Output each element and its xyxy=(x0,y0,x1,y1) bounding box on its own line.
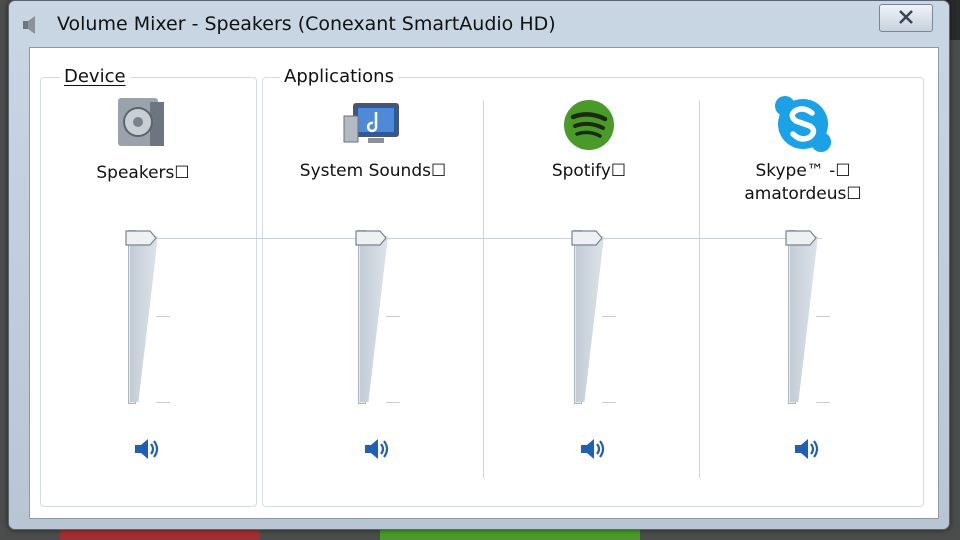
slider-tick xyxy=(816,316,830,317)
volume-fill xyxy=(360,236,388,402)
channel-divider xyxy=(483,100,484,478)
volume-slider-thumb[interactable] xyxy=(355,230,387,246)
skype-icon xyxy=(772,96,834,156)
channel-name: Speakers☐ xyxy=(96,163,190,183)
close-button[interactable] xyxy=(879,4,933,32)
speaker-volume-icon xyxy=(363,439,395,466)
channel-divider xyxy=(699,100,700,478)
volume-slider-thumb[interactable] xyxy=(785,230,817,246)
slider-tick xyxy=(602,316,616,317)
channel-name: Spotify☐ xyxy=(551,161,627,181)
channel-name: Skype™ -☐ xyxy=(755,161,851,181)
mute-button[interactable] xyxy=(793,436,825,462)
mute-button[interactable] xyxy=(133,436,165,462)
mixer-client-area: Device Applications Speakers☐ System Sou… xyxy=(29,47,939,519)
channel-speakers: Speakers☐ xyxy=(43,48,243,508)
slider-tick xyxy=(156,316,170,317)
spotify-icon xyxy=(562,98,616,156)
volume-slider-thumb[interactable] xyxy=(571,230,603,246)
slider-tick xyxy=(816,402,830,403)
volume-fill xyxy=(576,236,604,402)
window-title: Volume Mixer - Speakers (Conexant SmartA… xyxy=(57,13,556,35)
speaker-volume-icon xyxy=(579,439,611,466)
slider-tick xyxy=(386,316,400,317)
mute-button[interactable] xyxy=(579,436,611,462)
close-icon xyxy=(898,9,914,28)
speaker-volume-icon xyxy=(793,439,825,466)
channel-name-line2: amatordeus☐ xyxy=(744,184,862,204)
volume-slider-thumb[interactable] xyxy=(125,230,157,246)
speaker-volume-icon xyxy=(133,439,165,466)
channel-skype: Skype™ -☐ amatordeus☐ xyxy=(703,48,903,508)
channel-spotify: Spotify☐ xyxy=(489,48,689,508)
channel-system-sounds: System Sounds☐ xyxy=(273,48,473,508)
volume-fill xyxy=(130,236,158,402)
channel-name: System Sounds☐ xyxy=(299,161,447,181)
system-sounds-icon xyxy=(342,102,404,152)
slider-tick xyxy=(156,402,170,403)
speaker-small-icon xyxy=(21,15,43,39)
volume-mixer-window: Volume Mixer - Speakers (Conexant SmartA… xyxy=(8,0,950,530)
slider-tick xyxy=(602,402,616,403)
slider-tick xyxy=(386,402,400,403)
speaker-icon xyxy=(114,96,172,152)
volume-fill xyxy=(790,236,818,402)
title-bar[interactable]: Volume Mixer - Speakers (Conexant SmartA… xyxy=(9,1,949,47)
mute-button[interactable] xyxy=(363,436,395,462)
